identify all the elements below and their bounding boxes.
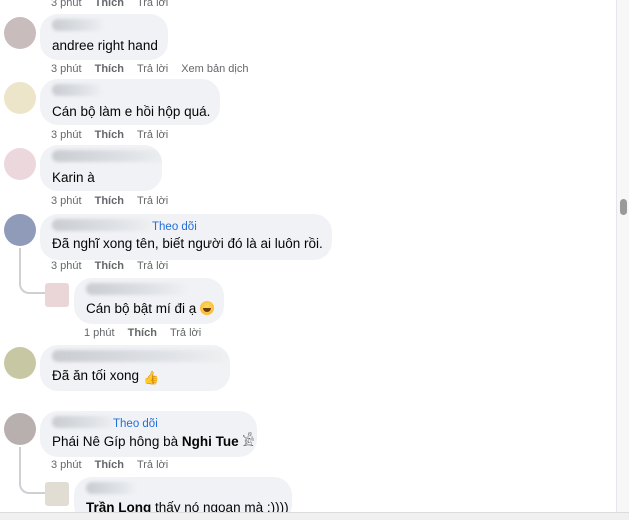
- reply-button[interactable]: Trả lời: [137, 459, 168, 471]
- comment-bubble: Đã ăn tối xong 👍: [40, 345, 230, 391]
- reply-button[interactable]: Trả lời: [137, 195, 168, 207]
- like-button[interactable]: Thích: [95, 260, 124, 272]
- comment-text: Karin à: [52, 170, 95, 185]
- reply-button[interactable]: Trả lời: [137, 63, 168, 75]
- avatar[interactable]: [45, 482, 69, 506]
- avatar[interactable]: [4, 347, 36, 379]
- reply-time[interactable]: 1 phút: [84, 327, 115, 339]
- follow-link[interactable]: Theo dõi: [152, 220, 197, 234]
- comment-time[interactable]: 3 phút: [51, 195, 82, 207]
- comment-time[interactable]: 3 phút: [51, 0, 82, 9]
- comment-time[interactable]: 3 phút: [51, 129, 82, 141]
- comment-bubble: Theo dõi Đã nghĩ xong tên, biết người đó…: [40, 214, 332, 260]
- avatar[interactable]: [4, 17, 36, 49]
- reply-button[interactable]: Trả lời: [170, 327, 201, 339]
- commenter-name-blurred[interactable]: [86, 482, 136, 494]
- laughing-emoji-icon: [200, 301, 215, 315]
- comment-text: Đã ăn tối xong 👍: [52, 367, 159, 387]
- comment-text-suffix: 𓀀: [238, 434, 255, 449]
- translate-link[interactable]: Xem bản dịch: [181, 63, 248, 75]
- comment-actions: 3 phút Thích Trả lời Xem bản dịch: [51, 63, 248, 75]
- thread-connector: [19, 470, 45, 494]
- commenter-name-blurred[interactable]: [52, 19, 104, 31]
- commenter-name-blurred[interactable]: [52, 84, 102, 96]
- reply-text: Cán bộ bật mí đi ạ: [86, 300, 215, 318]
- reply-button[interactable]: Trả lời: [137, 260, 168, 272]
- comment-text: Đã nghĩ xong tên, biết người đó là ai lu…: [52, 236, 323, 251]
- comment-bubble: Theo dõi Phái Nê Gíp hông bà Nghi Tue 𓀀: [40, 411, 257, 457]
- horizontal-scrollbar[interactable]: [0, 512, 629, 520]
- comment-time[interactable]: 3 phút: [51, 63, 82, 75]
- reply-bubble: Cán bộ bật mí đi ạ: [74, 278, 224, 324]
- avatar[interactable]: [4, 413, 36, 445]
- like-button[interactable]: Thích: [95, 63, 124, 75]
- reply-text-content: Cán bộ bật mí đi ạ: [86, 301, 197, 316]
- comment-bubble: Karin à: [40, 145, 162, 191]
- avatar[interactable]: [4, 82, 36, 114]
- scrollbar-thumb[interactable]: [620, 199, 627, 215]
- follow-link[interactable]: Theo dõi: [113, 417, 158, 431]
- thumbs-up-icon: 👍: [143, 370, 160, 385]
- like-button[interactable]: Thích: [95, 195, 124, 207]
- comment-text: andree right hand: [52, 38, 158, 53]
- comment-text: Phái Nê Gíp hông bà Nghi Tue 𓀀: [52, 433, 254, 451]
- reply-button[interactable]: Trả lời: [137, 0, 168, 9]
- comment-bubble: andree right hand: [40, 14, 168, 60]
- reply-button[interactable]: Trả lời: [137, 129, 168, 141]
- like-button[interactable]: Thích: [95, 0, 124, 9]
- comment-actions: 3 phút Thích Trả lời: [51, 459, 168, 471]
- comment-actions: 3 phút Thích Trả lời: [51, 260, 168, 272]
- comment-text: Cán bộ làm e hồi hộp quá.: [52, 104, 211, 119]
- avatar[interactable]: [4, 214, 36, 246]
- like-button[interactable]: Thích: [95, 459, 124, 471]
- thread-connector: [19, 270, 45, 294]
- comment-time[interactable]: 3 phút: [51, 260, 82, 272]
- comment-actions: 3 phút Thích Trả lời: [51, 129, 168, 141]
- commenter-name-blurred[interactable]: [52, 416, 116, 428]
- comment-time[interactable]: 3 phút: [51, 459, 82, 471]
- avatar[interactable]: [45, 283, 69, 307]
- commenter-name-blurred[interactable]: [52, 219, 152, 231]
- comment-text-prefix: Phái Nê Gíp hông bà: [52, 434, 182, 449]
- like-button[interactable]: Thích: [95, 129, 124, 141]
- comment-actions: 3 phút Thích Trả lời: [51, 0, 168, 9]
- avatar[interactable]: [4, 148, 36, 180]
- mentioned-user-link[interactable]: Nghi Tue: [182, 434, 239, 449]
- commenter-name-blurred[interactable]: [86, 283, 186, 295]
- commenter-name-blurred[interactable]: [52, 350, 228, 362]
- comment-bubble: Cán bộ làm e hồi hộp quá.: [40, 79, 220, 125]
- commenter-name-blurred[interactable]: [52, 150, 162, 162]
- reply-actions: 1 phút Thích Trả lời: [84, 327, 201, 339]
- vertical-scrollbar[interactable]: [616, 0, 629, 520]
- comment-actions: 3 phút Thích Trả lời: [51, 195, 168, 207]
- like-button[interactable]: Thích: [128, 327, 157, 339]
- comment-text-content: Đã ăn tối xong: [52, 368, 140, 383]
